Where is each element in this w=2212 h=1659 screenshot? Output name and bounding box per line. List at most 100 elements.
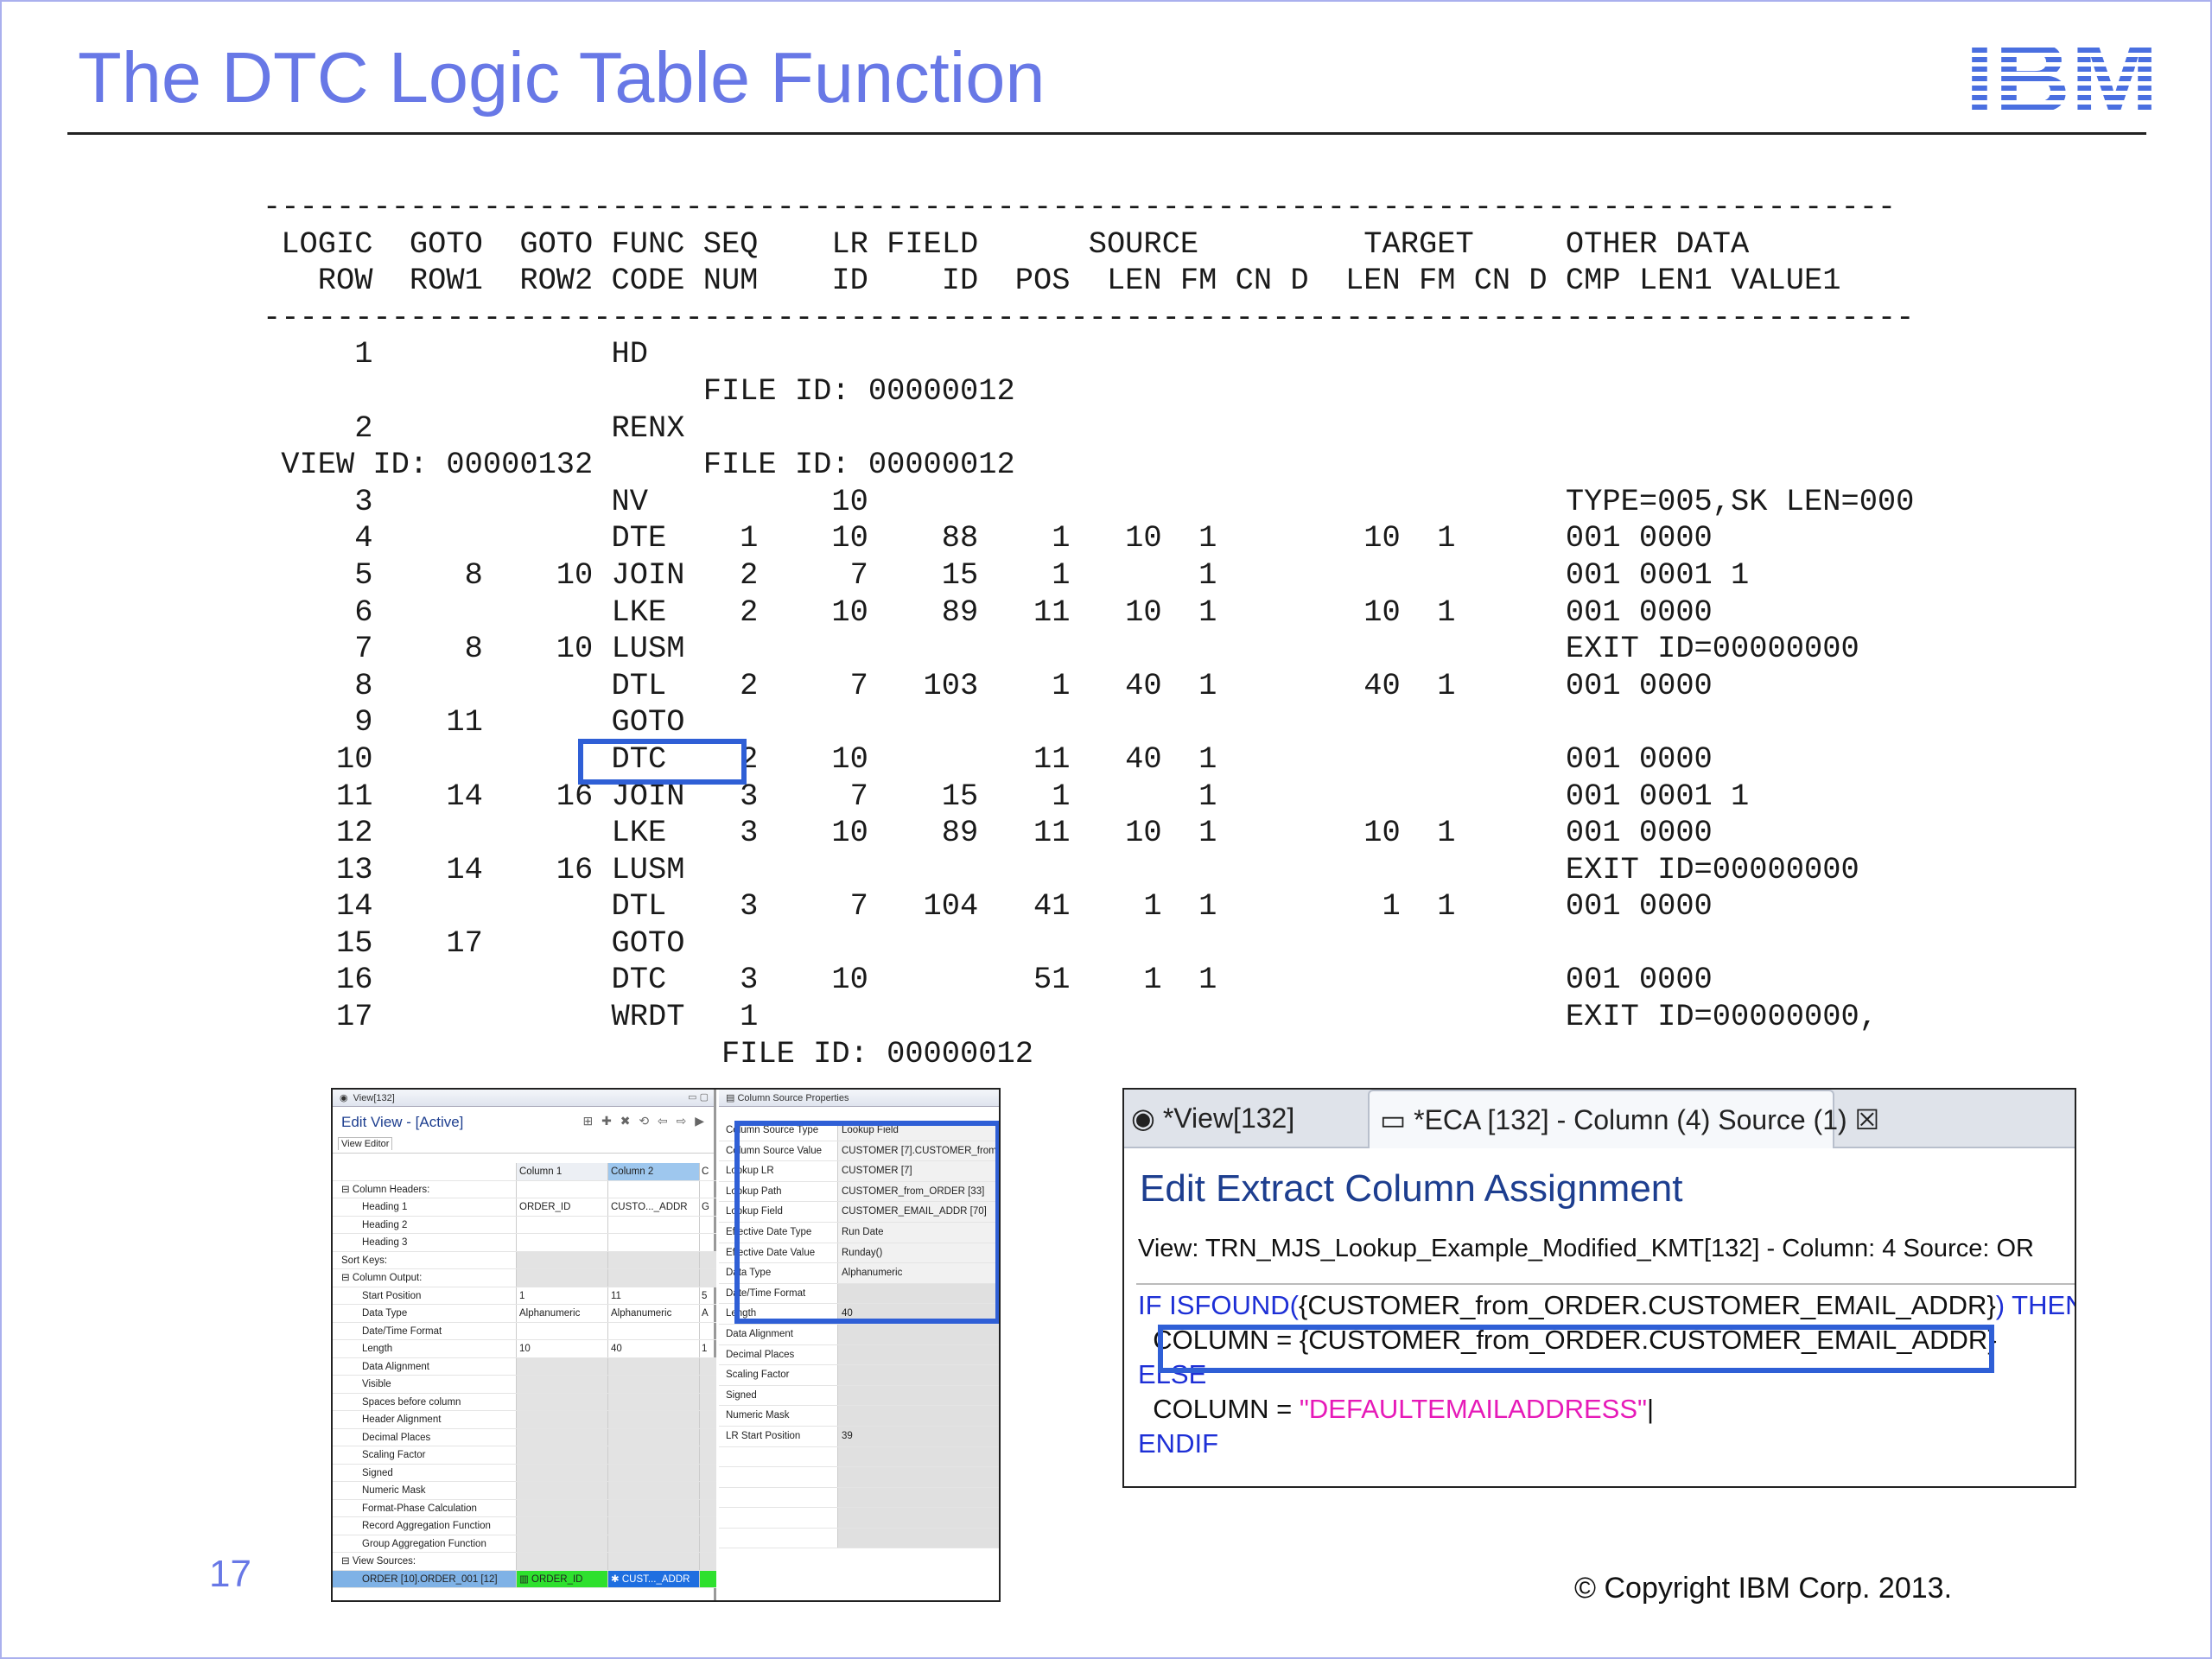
property-row[interactable]: LR Start Position 39 bbox=[719, 1426, 999, 1447]
grid-cell[interactable] bbox=[608, 1251, 700, 1268]
grid-cell[interactable] bbox=[700, 1553, 716, 1570]
grid-cell[interactable] bbox=[700, 1393, 716, 1410]
grid-cell[interactable] bbox=[608, 1482, 700, 1499]
grid-cell[interactable] bbox=[700, 1357, 716, 1375]
grid-cell[interactable]: 5 bbox=[700, 1287, 716, 1305]
grid-cell[interactable] bbox=[517, 1535, 608, 1552]
grid-cell[interactable] bbox=[700, 1570, 716, 1587]
grid-cell[interactable]: ✱ CUST..._ADDR bbox=[608, 1570, 700, 1587]
property-value[interactable] bbox=[838, 1324, 999, 1344]
grid-cell[interactable]: 40 bbox=[608, 1340, 700, 1357]
window-controls-icon[interactable]: ▭ ▢ bbox=[688, 1091, 709, 1103]
edit-view-row[interactable]: Start Position 1 11 5 bbox=[333, 1287, 716, 1305]
grid-cell[interactable] bbox=[608, 1269, 700, 1287]
grid-cell[interactable] bbox=[608, 1393, 700, 1410]
edit-view-row[interactable]: Heading 1 ORDER_ID CUSTO..._ADDR G bbox=[333, 1198, 716, 1217]
grid-cell[interactable] bbox=[700, 1499, 716, 1516]
edit-view-row[interactable]: Column 1 Column 2C bbox=[333, 1163, 716, 1181]
edit-view-row[interactable]: ⊟ View Sources: bbox=[333, 1553, 716, 1571]
edit-view-row[interactable]: Header Alignment bbox=[333, 1411, 716, 1429]
edit-view-row[interactable]: Length 10 40 1 bbox=[333, 1340, 716, 1358]
property-row[interactable]: Scaling Factor bbox=[719, 1365, 999, 1386]
grid-cell[interactable]: A bbox=[700, 1305, 716, 1322]
grid-cell[interactable] bbox=[608, 1357, 700, 1375]
grid-cell[interactable] bbox=[608, 1180, 700, 1198]
grid-cell[interactable] bbox=[608, 1517, 700, 1535]
eca-tab[interactable]: ▭ *ECA [132] - Column (4) Source (1) ☒ bbox=[1368, 1090, 1879, 1148]
edit-view-row[interactable]: ORDER [10].ORDER_001 [12] ▥ ORDER_ID ✱ CUS… bbox=[333, 1570, 716, 1588]
edit-view-row[interactable]: Record Aggregation Function bbox=[333, 1517, 716, 1535]
grid-cell[interactable] bbox=[517, 1482, 608, 1499]
grid-cell[interactable] bbox=[608, 1411, 700, 1428]
grid-cell[interactable] bbox=[517, 1517, 608, 1535]
grid-cell[interactable] bbox=[517, 1446, 608, 1464]
property-value[interactable] bbox=[838, 1487, 999, 1508]
grid-cell[interactable] bbox=[517, 1411, 608, 1428]
property-value[interactable] bbox=[838, 1344, 999, 1365]
grid-cell[interactable] bbox=[700, 1482, 716, 1499]
edit-view-row[interactable]: Heading 3 bbox=[333, 1234, 716, 1252]
grid-cell[interactable]: 1 bbox=[517, 1287, 608, 1304]
edit-view-row[interactable]: Date/Time Format bbox=[333, 1322, 716, 1340]
grid-cell[interactable] bbox=[700, 1464, 716, 1481]
property-value[interactable] bbox=[838, 1365, 999, 1385]
edit-view-row[interactable]: Format-Phase Calculation bbox=[333, 1499, 716, 1517]
grid-cell[interactable] bbox=[517, 1553, 608, 1570]
toolbar-icons[interactable]: ⊞ ✚ ✖ ⟲ ⇦ ⇨ ▶ bbox=[583, 1114, 708, 1128]
grid-cell[interactable] bbox=[517, 1393, 608, 1410]
grid-cell[interactable] bbox=[700, 1446, 716, 1464]
grid-cell[interactable] bbox=[608, 1234, 700, 1251]
view-editor-subtab[interactable]: View Editor bbox=[338, 1137, 393, 1150]
property-row[interactable] bbox=[719, 1467, 999, 1488]
grid-cell[interactable]: 1 bbox=[700, 1340, 716, 1357]
property-value[interactable] bbox=[838, 1385, 999, 1406]
column-source-tab[interactable]: Column Source Properties bbox=[737, 1093, 849, 1103]
grid-cell[interactable]: Column 2 bbox=[608, 1163, 700, 1180]
property-row[interactable]: Signed bbox=[719, 1385, 999, 1407]
grid-cell[interactable] bbox=[517, 1322, 608, 1339]
edit-view-tab[interactable]: View[132] bbox=[353, 1093, 395, 1103]
property-row[interactable] bbox=[719, 1446, 999, 1468]
edit-view-row[interactable]: Decimal Places bbox=[333, 1428, 716, 1446]
grid-cell[interactable] bbox=[700, 1428, 716, 1446]
edit-view-row[interactable]: Data Alignment bbox=[333, 1357, 716, 1376]
edit-view-row[interactable]: Data Type Alphanumeric Alphanumeric A bbox=[333, 1305, 716, 1323]
grid-cell[interactable]: CUSTO..._ADDR bbox=[608, 1198, 700, 1216]
grid-cell[interactable] bbox=[608, 1553, 700, 1570]
grid-cell[interactable] bbox=[700, 1411, 716, 1428]
edit-view-row[interactable]: Visible bbox=[333, 1376, 716, 1394]
property-row[interactable] bbox=[719, 1508, 999, 1529]
grid-cell[interactable]: Alphanumeric bbox=[608, 1305, 700, 1322]
edit-view-row[interactable]: Scaling Factor bbox=[333, 1446, 716, 1465]
grid-cell[interactable] bbox=[517, 1464, 608, 1481]
edit-view-row[interactable]: Sort Keys: bbox=[333, 1251, 716, 1269]
property-value[interactable] bbox=[838, 1467, 999, 1487]
property-value[interactable] bbox=[838, 1508, 999, 1528]
grid-cell[interactable] bbox=[608, 1464, 700, 1481]
property-value[interactable] bbox=[838, 1446, 999, 1467]
property-row[interactable] bbox=[719, 1528, 999, 1549]
grid-cell[interactable]: ORDER_ID bbox=[517, 1198, 608, 1216]
grid-cell[interactable]: 10 bbox=[517, 1340, 608, 1357]
edit-view-row[interactable]: ⊟ Column Headers: bbox=[333, 1180, 716, 1198]
property-value[interactable]: 39 bbox=[838, 1426, 999, 1446]
edit-view-row[interactable]: Signed bbox=[333, 1464, 716, 1482]
grid-cell[interactable] bbox=[517, 1376, 608, 1393]
edit-view-row[interactable]: Spaces before column bbox=[333, 1393, 716, 1411]
property-row[interactable]: Data Alignment bbox=[719, 1324, 999, 1345]
edit-view-row[interactable]: Group Aggregation Function bbox=[333, 1535, 716, 1553]
logic-text-editor[interactable]: IF ISFOUND({CUSTOMER_from_ORDER.CUSTOMER… bbox=[1138, 1288, 2075, 1461]
grid-cell[interactable] bbox=[608, 1446, 700, 1464]
grid-cell[interactable] bbox=[608, 1535, 700, 1552]
grid-cell[interactable] bbox=[700, 1269, 716, 1287]
grid-cell[interactable] bbox=[608, 1322, 700, 1339]
grid-cell[interactable] bbox=[608, 1216, 700, 1233]
grid-cell[interactable] bbox=[700, 1217, 716, 1234]
edit-view-row[interactable]: Numeric Mask bbox=[333, 1482, 716, 1500]
grid-cell[interactable] bbox=[700, 1376, 716, 1393]
property-row[interactable]: Decimal Places bbox=[719, 1344, 999, 1366]
grid-cell[interactable] bbox=[608, 1499, 700, 1516]
grid-cell[interactable] bbox=[700, 1234, 716, 1251]
property-value[interactable] bbox=[838, 1406, 999, 1426]
view-tab[interactable]: ◉ *View[132] bbox=[1124, 1090, 1366, 1147]
